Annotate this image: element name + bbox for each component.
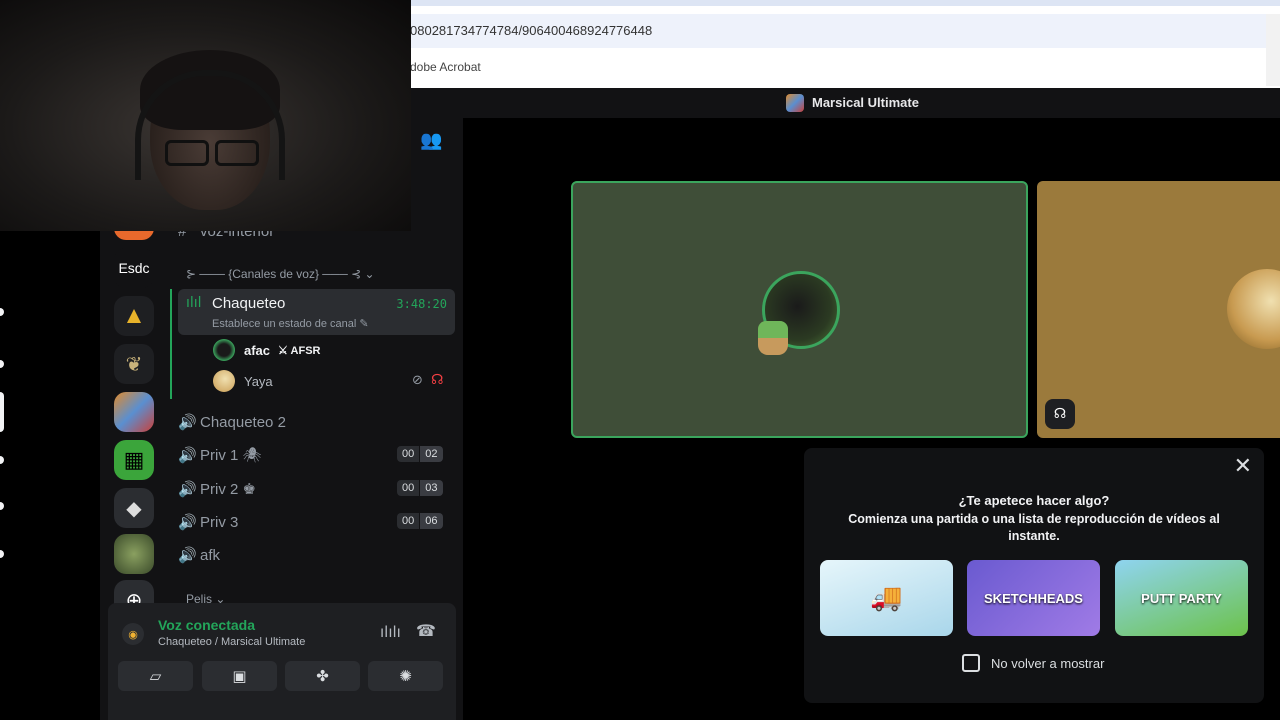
category-voice[interactable]: ⊱ ─── {Canales de voz} ─── ⊰ ⌄	[186, 267, 375, 281]
speaker-icon: 🔊	[178, 547, 197, 564]
address-url[interactable]: 080281734774784/906400468924776448	[410, 23, 652, 38]
voice-channel[interactable]: 🔊 Chaqueteo 2	[178, 409, 286, 435]
server-triforce[interactable]: ▲	[114, 296, 154, 336]
member-name: afac	[244, 342, 271, 358]
server-dragon[interactable]: ❦	[114, 344, 154, 384]
close-icon[interactable]: ✕	[1234, 454, 1252, 479]
channel-name: afk	[200, 546, 221, 564]
avatar	[213, 370, 235, 392]
popup-description: Comienza una partida o una lista de repr…	[848, 512, 1220, 543]
user-limit-counter: 00 06	[397, 513, 443, 529]
voice-channel[interactable]: 🔊 Priv 1 🕷	[178, 442, 262, 468]
channel-name: Priv 3	[200, 513, 239, 531]
camera-off-button[interactable]: ▱	[118, 661, 193, 691]
noise-suppression-icon[interactable]: ılılı	[380, 623, 401, 641]
add-member-icon[interactable]: 👥	[420, 130, 444, 154]
screen-share-button[interactable]: ▣	[202, 661, 277, 691]
browser-scrollbar[interactable]	[1266, 14, 1280, 86]
activity-card-puttparty[interactable]: PUTT PARTY	[1115, 560, 1248, 636]
voice-channel[interactable]: 🔊 afk	[178, 542, 220, 568]
activity-title: SKETCHHEADS	[984, 590, 1083, 606]
activities-button[interactable]: ✤	[285, 661, 360, 691]
category-label: ⊱ ─── {Canales de voz} ─── ⊰	[186, 267, 362, 281]
bookmark-acrobat[interactable]: dobe Acrobat	[410, 60, 481, 74]
speaker-icon: 🔊	[178, 514, 197, 531]
webcam-glasses-right	[215, 140, 259, 166]
rail-indicator-active	[0, 392, 4, 432]
activities-icon: ✤	[316, 667, 329, 685]
participant-tile-speaking[interactable]	[571, 181, 1028, 438]
participant-avatar	[1227, 269, 1280, 349]
activity-card-winter[interactable]: 🚚	[820, 560, 953, 636]
server-esdc-label: Esdc	[118, 260, 150, 276]
voice-channel-active[interactable]: ılıl Chaqueteo Establece un estado de ca…	[178, 289, 455, 335]
dont-show-again[interactable]: No volver a mostrar	[962, 654, 1104, 672]
disconnect-icon[interactable]: ☎	[416, 621, 436, 640]
user-limit-counter: 00 02	[397, 446, 443, 462]
webcam-overlay	[0, 0, 411, 231]
activity-suggestion-popup: ✕ ¿Te apetece hacer algo? Comienza una p…	[804, 448, 1264, 703]
voice-member[interactable]: Yaya	[213, 369, 273, 393]
server-creeper[interactable]: ▦	[114, 440, 154, 480]
server-roblox[interactable]: ◆	[114, 488, 154, 528]
muted-mic-icon: ⊘	[412, 373, 423, 388]
webcam-glasses-left	[165, 140, 209, 166]
voice-member[interactable]: afac ⚔ AFSR	[213, 338, 321, 362]
voice-activity-icon: ılıl	[186, 295, 202, 311]
active-channel-line	[170, 289, 172, 399]
deafened-icon: ☊	[1045, 399, 1075, 429]
dont-show-label: No volver a mostrar	[991, 655, 1105, 671]
channel-name: Chaqueteo 2	[200, 413, 286, 431]
server-marsical[interactable]	[114, 392, 154, 432]
channel-name: Priv 1 🕷	[200, 447, 262, 464]
activity-card-sketchheads[interactable]: SKETCHHEADS	[967, 560, 1100, 636]
dont-show-checkbox[interactable]	[962, 654, 980, 672]
participant-tile[interactable]: ☊	[1037, 181, 1280, 438]
avatar-decoration	[758, 321, 788, 355]
connection-signal-icon[interactable]: ◉	[122, 623, 144, 645]
voice-status-title[interactable]: Voz conectada	[158, 617, 255, 633]
speaker-icon: 🔊	[178, 447, 197, 464]
speaker-icon: 🔊	[178, 481, 197, 498]
avatar	[213, 339, 235, 361]
camera-off-icon: ▱	[149, 667, 162, 685]
soundboard-button[interactable]: ✺	[368, 661, 443, 691]
user-limit-counter: 00 03	[397, 480, 443, 496]
activity-title: PUTT PARTY	[1141, 590, 1222, 606]
speaker-icon: 🔊	[178, 414, 197, 431]
popup-question: ¿Te apetece hacer algo?	[958, 493, 1110, 508]
server-esdc[interactable]: Esdc	[114, 248, 154, 288]
voice-channel[interactable]: 🔊 Priv 2 ♚	[178, 476, 256, 502]
truck-icon: 🚚	[870, 583, 903, 613]
server-nature[interactable]	[114, 534, 154, 574]
member-tag: ⚔ AFSR	[278, 344, 321, 357]
soundboard-icon: ✺	[399, 667, 412, 685]
window-title: Marsical Ultimate	[812, 95, 919, 110]
channel-name: Chaqueteo	[212, 295, 286, 312]
voice-channel[interactable]: 🔊 Priv 3	[178, 509, 238, 535]
channel-status[interactable]: Establece un estado de canal ✎	[212, 317, 369, 330]
member-name: Yaya	[244, 373, 273, 389]
channel-timer: 3:48:20	[396, 297, 447, 311]
voice-status-subtitle[interactable]: Chaqueteo / Marsical Ultimate	[158, 636, 305, 648]
deafened-icon: ☊	[431, 372, 444, 388]
screen-share-icon: ▣	[232, 667, 247, 685]
channel-name: Priv 2 ♚	[200, 481, 256, 498]
voice-connected-panel: ◉ Voz conectada Chaqueteo / Marsical Ult…	[108, 603, 456, 720]
server-icon-small	[786, 94, 804, 112]
